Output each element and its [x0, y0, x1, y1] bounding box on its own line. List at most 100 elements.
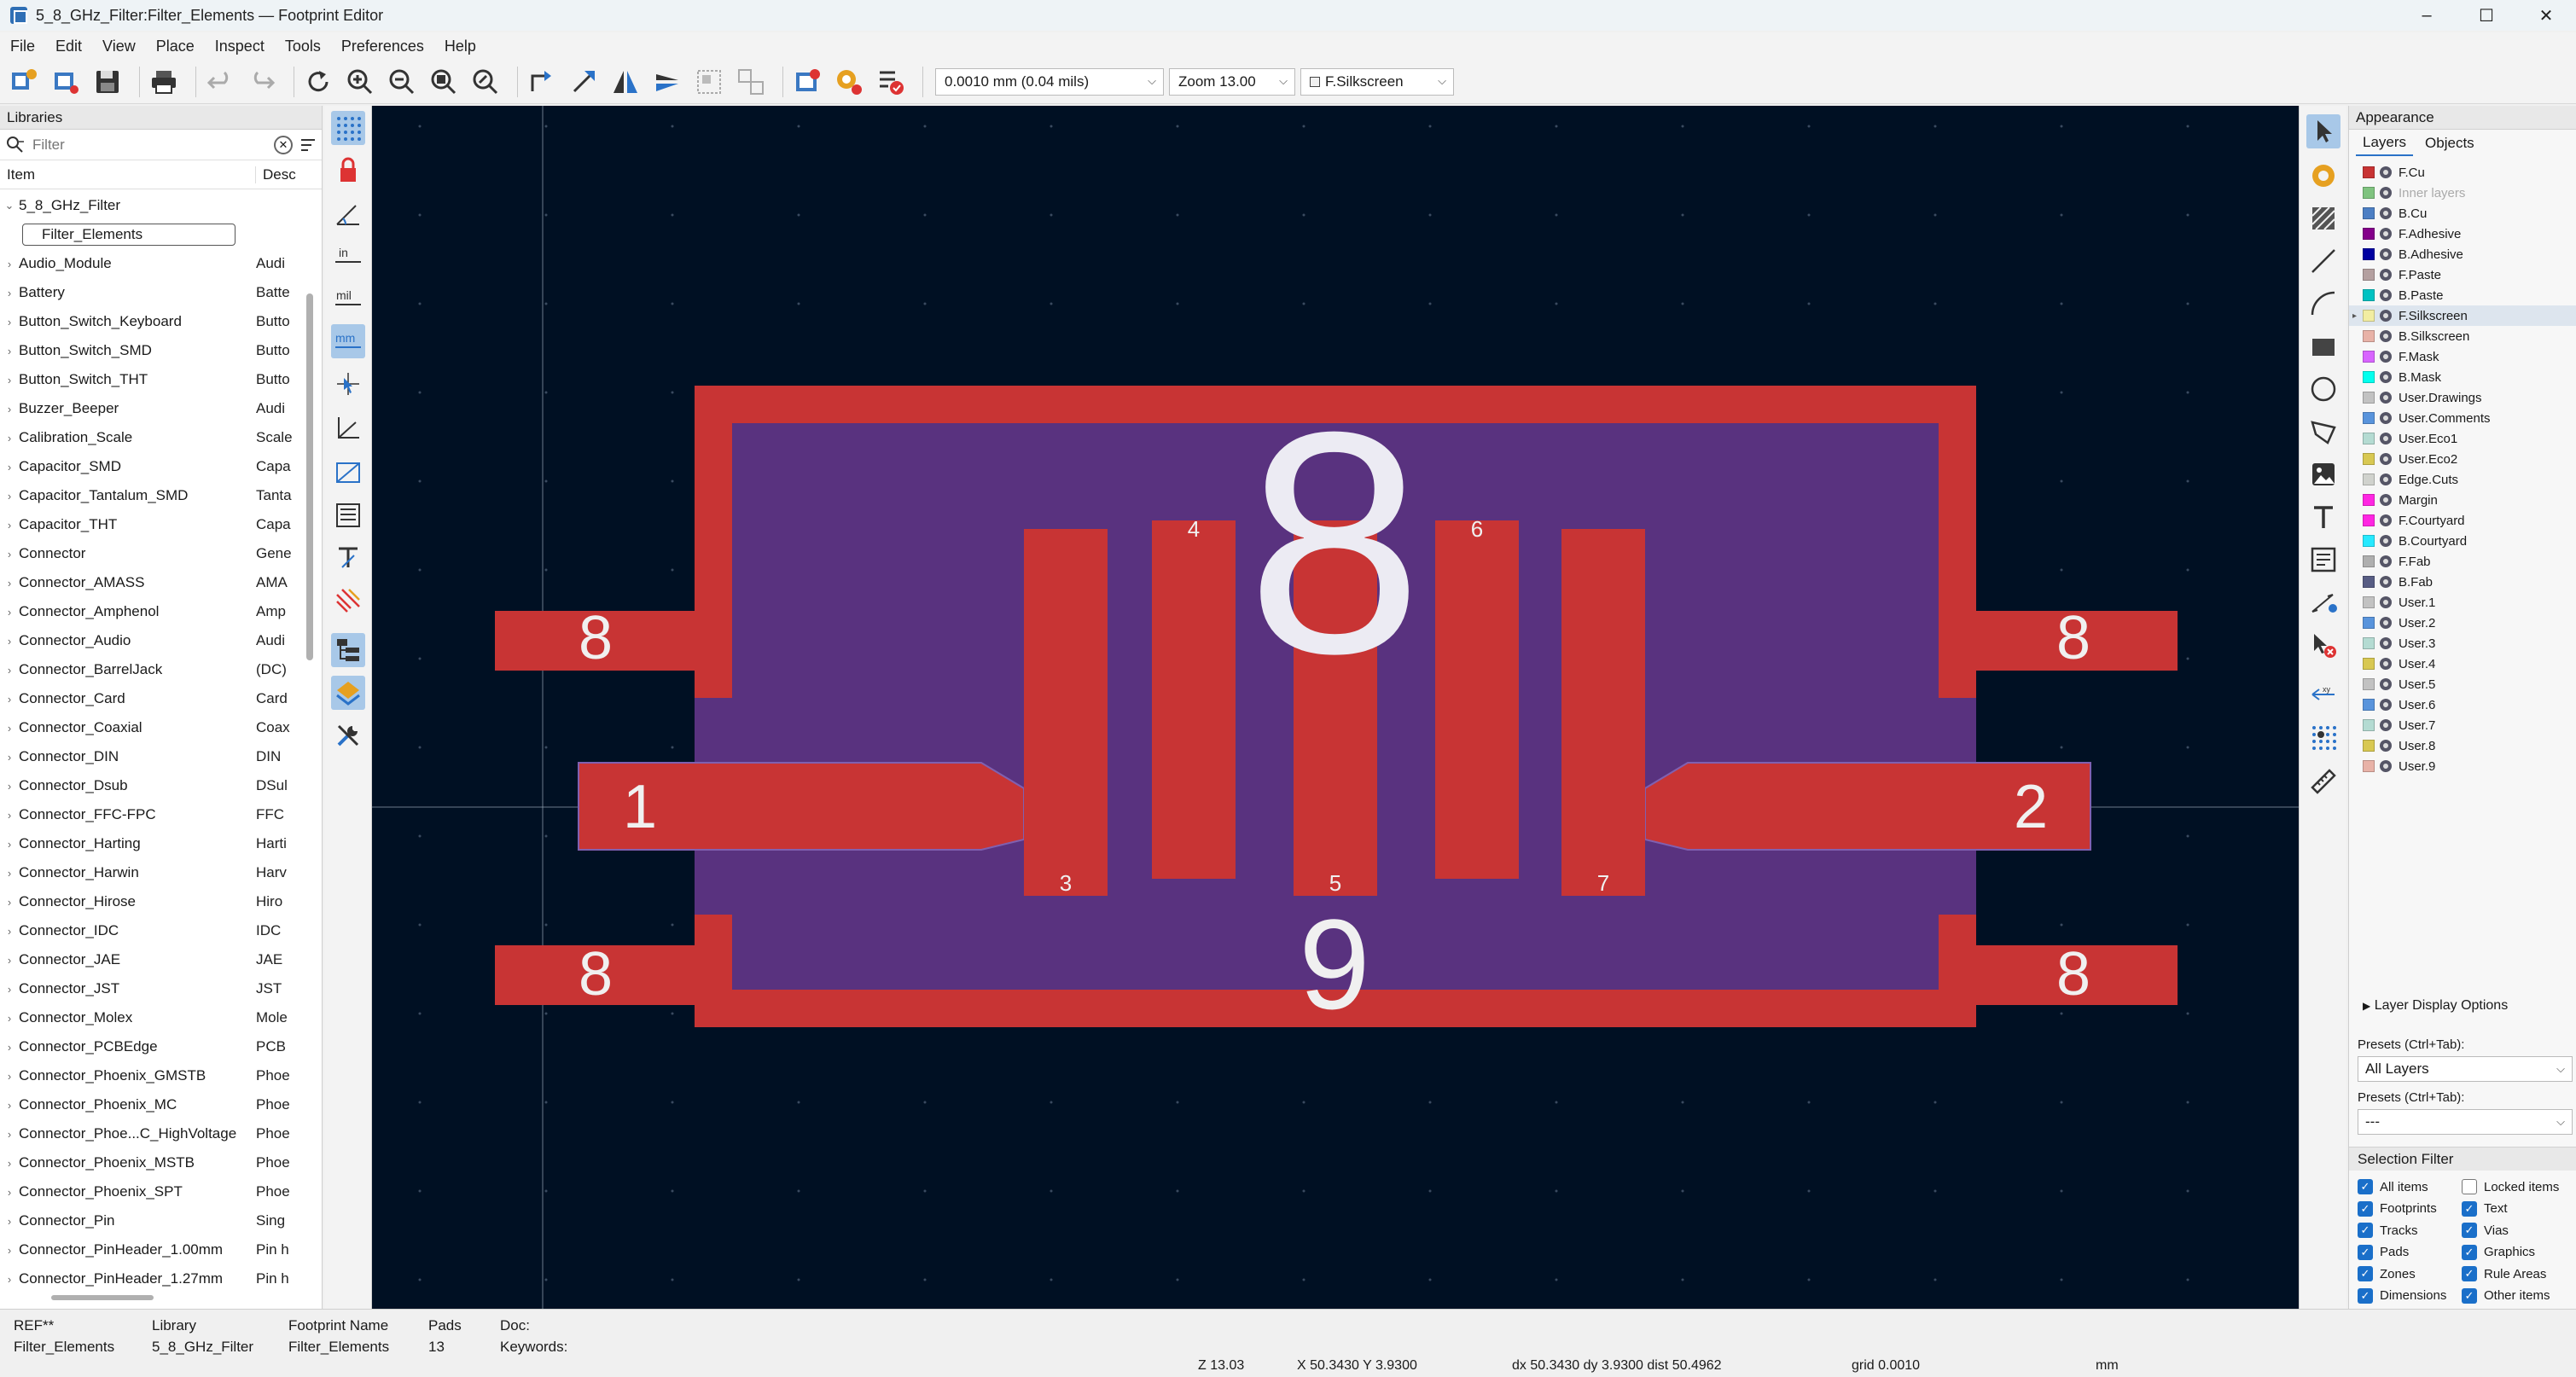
library-list-item[interactable]: › Connector_BarrelJack (DC)	[0, 655, 299, 684]
chevron-right-icon[interactable]: ›	[0, 1128, 19, 1141]
menu-tools[interactable]: Tools	[275, 38, 331, 55]
layer-row[interactable]: B.Silkscreen	[2349, 326, 2576, 346]
layer-color-swatch[interactable]	[2363, 207, 2375, 219]
layer-color-swatch[interactable]	[2363, 637, 2375, 649]
chevron-right-icon[interactable]: ›	[0, 1186, 19, 1199]
tree-row-selected-footprint[interactable]: Filter_Elements	[0, 220, 299, 249]
checkbox[interactable]: ✓	[2462, 1266, 2477, 1281]
menu-preferences[interactable]: Preferences	[331, 38, 434, 55]
layer-color-swatch[interactable]	[2363, 392, 2375, 404]
menu-help[interactable]: Help	[434, 38, 486, 55]
refresh-icon[interactable]	[301, 65, 335, 99]
layer-color-swatch[interactable]	[2363, 453, 2375, 465]
library-list-item[interactable]: › Connector_Phoenix_SPT Phoe	[0, 1177, 299, 1206]
layer-color-swatch[interactable]	[2363, 535, 2375, 547]
visibility-eye-icon[interactable]	[2380, 310, 2392, 322]
scrollbar-thumb[interactable]	[306, 293, 313, 660]
chevron-right-icon[interactable]: ›	[0, 838, 19, 851]
library-list-item[interactable]: › Connector_PinHeader_1.27mm Pin h	[0, 1264, 299, 1293]
layer-row[interactable]: B.Courtyard	[2349, 531, 2576, 551]
library-list-item[interactable]: › Button_Switch_SMD Butto	[0, 336, 299, 365]
layer-color-swatch[interactable]	[2363, 576, 2375, 588]
print-icon[interactable]	[147, 65, 181, 99]
visibility-eye-icon[interactable]	[2380, 392, 2392, 404]
visibility-eye-icon[interactable]	[2380, 248, 2392, 260]
library-list-item[interactable]: › Connector_Phoenix_MC Phoe	[0, 1090, 299, 1119]
add-rule-area-icon[interactable]	[2306, 201, 2340, 235]
checkbox[interactable]: ✓	[2462, 1244, 2477, 1260]
save-icon[interactable]	[90, 65, 125, 99]
add-dimension-icon[interactable]	[2306, 585, 2340, 619]
zoom-out-icon[interactable]	[385, 65, 419, 99]
layer-color-swatch[interactable]	[2363, 187, 2375, 199]
add-image-icon[interactable]	[2306, 457, 2340, 491]
pad-3[interactable]	[1024, 529, 1108, 896]
selection-filter-option[interactable]: ✓ Other items	[2462, 1287, 2550, 1304]
visibility-eye-icon[interactable]	[2380, 494, 2392, 506]
layer-row[interactable]: User.4	[2349, 654, 2576, 674]
layer-row[interactable]: B.Paste	[2349, 285, 2576, 305]
library-list-item[interactable]: › Connector Gene	[0, 539, 299, 568]
show-pads-outline-icon[interactable]	[331, 456, 365, 490]
add-pad-icon[interactable]	[2306, 159, 2340, 193]
layer-display-options[interactable]: ▶ Layer Display Options	[2363, 998, 2508, 1014]
visibility-eye-icon[interactable]	[2380, 228, 2392, 240]
layer-color-swatch[interactable]	[2363, 412, 2375, 424]
libraries-panel-toggle-icon[interactable]	[331, 633, 365, 667]
rotate-cw-icon[interactable]	[567, 65, 601, 99]
visibility-eye-icon[interactable]	[2380, 719, 2392, 731]
chevron-right-icon[interactable]: ›	[0, 751, 19, 764]
delete-tool-icon[interactable]	[2306, 628, 2340, 662]
layer-row[interactable]: B.Cu	[2349, 203, 2576, 224]
library-list-item[interactable]: › Button_Switch_Keyboard Butto	[0, 307, 299, 336]
library-list-item[interactable]: › Audio_Module Audi	[0, 249, 299, 278]
checkbox[interactable]: ✓	[2462, 1287, 2477, 1304]
library-list-item[interactable]: › Connector_IDC IDC	[0, 916, 299, 945]
layer-color-swatch[interactable]	[2363, 494, 2375, 506]
draw-rectangle-icon[interactable]	[2306, 329, 2340, 363]
library-list-item[interactable]: › Capacitor_THT Capa	[0, 510, 299, 539]
library-list-item[interactable]: › Connector_PinHeader_1.00mm Pin h	[0, 1235, 299, 1264]
appearance-panel-toggle-icon[interactable]	[331, 676, 365, 710]
chevron-right-icon[interactable]: ›	[0, 1070, 19, 1083]
footprint-checker-icon[interactable]	[874, 65, 908, 99]
layer-row[interactable]: User.6	[2349, 694, 2576, 715]
checkbox[interactable]: ✓	[2462, 1200, 2477, 1217]
visibility-eye-icon[interactable]	[2380, 637, 2392, 649]
high-contrast-icon[interactable]	[331, 584, 365, 618]
layer-row[interactable]: F.Adhesive	[2349, 224, 2576, 244]
add-textbox-icon[interactable]	[2306, 543, 2340, 577]
visibility-eye-icon[interactable]	[2380, 330, 2392, 342]
maximize-button[interactable]: ☐	[2457, 0, 2516, 31]
grid-select[interactable]: 0.0010 mm (0.04 mils) ⌵	[935, 67, 1164, 96]
tab-objects[interactable]: Objects	[2418, 131, 2481, 155]
layer-color-swatch[interactable]	[2363, 719, 2375, 731]
clear-filter-icon[interactable]: ✕	[274, 135, 293, 154]
grid-override-icon[interactable]	[331, 154, 365, 188]
layer-row[interactable]: User.Eco2	[2349, 449, 2576, 469]
undo-icon[interactable]	[203, 65, 237, 99]
footprint-canvas[interactable]: 8 8 8 8 8 1 2 3 4 5 6 7 9	[372, 106, 2299, 1309]
tab-layers[interactable]: Layers	[2356, 131, 2414, 156]
layer-color-swatch[interactable]	[2363, 330, 2375, 342]
chevron-right-icon[interactable]: ›	[0, 258, 19, 270]
draw-polygon-icon[interactable]	[2306, 415, 2340, 449]
chevron-right-icon[interactable]: ›	[0, 461, 19, 474]
layer-row[interactable]: Margin	[2349, 490, 2576, 510]
column-item[interactable]: Item	[0, 166, 256, 183]
zoom-select[interactable]: Zoom 13.00 ⌵	[1169, 67, 1295, 96]
selection-filter-option[interactable]: ✓ Pads	[2358, 1244, 2409, 1260]
redo-icon[interactable]	[245, 65, 279, 99]
layer-row[interactable]: F.Courtyard	[2349, 510, 2576, 531]
chevron-right-icon[interactable]: ›	[0, 1157, 19, 1170]
chevron-right-icon[interactable]: ›	[0, 635, 19, 648]
units-mils-icon[interactable]: mil	[331, 282, 365, 316]
layer-color-swatch[interactable]	[2363, 514, 2375, 526]
properties-tools-icon[interactable]	[331, 718, 365, 752]
selection-filter-option[interactable]: Locked items	[2462, 1179, 2559, 1194]
menu-place[interactable]: Place	[146, 38, 205, 55]
layer-color-swatch[interactable]	[2363, 699, 2375, 711]
ungroup-icon[interactable]	[734, 65, 768, 99]
show-text-outline-icon[interactable]	[331, 498, 365, 532]
chevron-right-icon[interactable]: ›	[0, 1215, 19, 1228]
